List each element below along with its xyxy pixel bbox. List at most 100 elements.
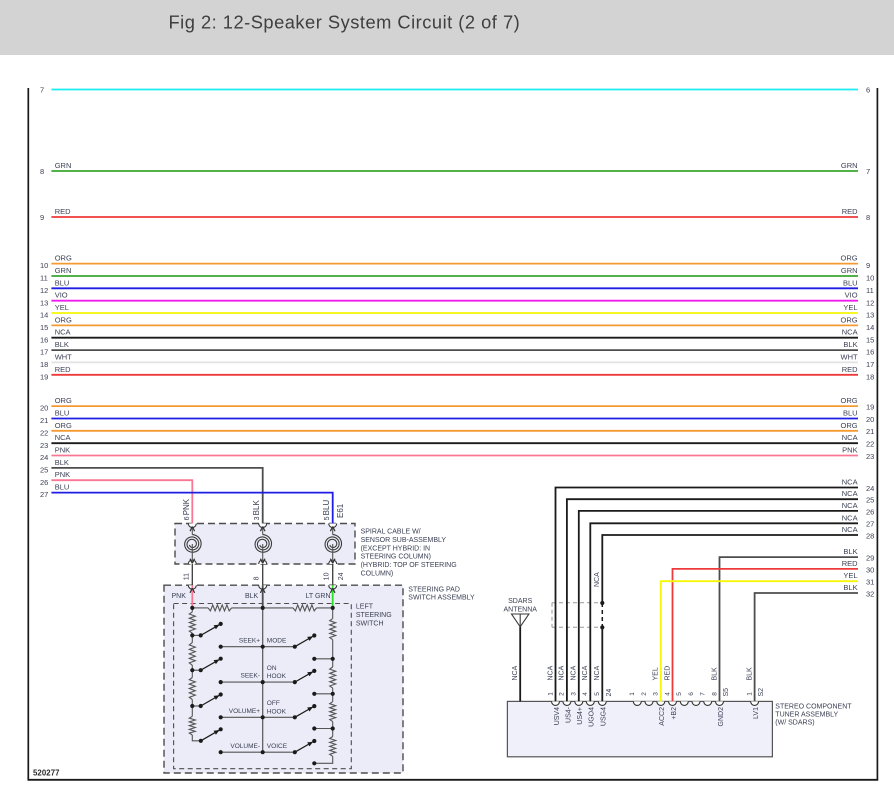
svg-text:9: 9 xyxy=(40,213,44,222)
svg-text:10: 10 xyxy=(324,572,331,580)
svg-text:SWITCH: SWITCH xyxy=(356,620,384,627)
svg-text:18: 18 xyxy=(866,372,874,381)
svg-text:NCA: NCA xyxy=(842,328,858,337)
svg-text:S5: S5 xyxy=(723,688,730,697)
svg-text:21: 21 xyxy=(866,427,874,436)
svg-text:VIO: VIO xyxy=(55,291,68,300)
svg-text:NCA: NCA xyxy=(55,433,71,442)
svg-text:ORG: ORG xyxy=(841,396,858,405)
svg-text:8: 8 xyxy=(254,576,261,580)
svg-text:18: 18 xyxy=(40,360,48,369)
svg-text:NCA: NCA xyxy=(842,433,858,442)
svg-text:STEERING PAD: STEERING PAD xyxy=(408,587,460,594)
svg-text:BLK: BLK xyxy=(746,667,753,681)
svg-text:RED: RED xyxy=(842,207,858,216)
svg-text:1: 1 xyxy=(547,692,554,696)
svg-text:23: 23 xyxy=(866,452,874,461)
svg-text:RED: RED xyxy=(842,365,858,374)
svg-text:ANTENNA: ANTENNA xyxy=(503,607,537,614)
svg-text:SENSOR SUB-ASSEMBLY: SENSOR SUB-ASSEMBLY xyxy=(361,537,447,544)
svg-text:5: 5 xyxy=(594,692,601,696)
svg-text:17: 17 xyxy=(866,360,874,369)
svg-text:PNK: PNK xyxy=(172,593,187,600)
svg-text:LT GRN: LT GRN xyxy=(306,593,331,600)
svg-text:24: 24 xyxy=(606,689,613,697)
svg-text:8: 8 xyxy=(40,167,44,176)
svg-text:21: 21 xyxy=(40,416,48,425)
svg-text:VOICE: VOICE xyxy=(267,743,288,750)
svg-text:VOLUME-: VOLUME- xyxy=(230,743,260,750)
svg-text:11: 11 xyxy=(40,274,48,283)
svg-text:25: 25 xyxy=(40,466,48,475)
svg-text:11: 11 xyxy=(866,286,874,295)
svg-text:22: 22 xyxy=(40,428,48,437)
svg-text:2: 2 xyxy=(641,692,648,696)
svg-text:3: 3 xyxy=(571,692,578,696)
svg-text:6: 6 xyxy=(866,86,870,95)
svg-text:YEL: YEL xyxy=(843,303,857,312)
svg-text:NCA: NCA xyxy=(842,513,858,522)
svg-text:15: 15 xyxy=(40,323,48,332)
svg-text:STEREO COMPONENT: STEREO COMPONENT xyxy=(775,703,852,710)
svg-text:20: 20 xyxy=(866,415,874,424)
svg-text:27: 27 xyxy=(866,520,874,529)
svg-text:GRN: GRN xyxy=(55,161,72,170)
svg-text:SEEK+: SEEK+ xyxy=(239,637,260,644)
svg-text:28: 28 xyxy=(866,531,874,540)
svg-text:27: 27 xyxy=(40,490,48,499)
svg-text:ORG: ORG xyxy=(841,254,858,263)
svg-text:SDARS: SDARS xyxy=(508,598,532,605)
svg-text:US4-: US4- xyxy=(565,706,572,723)
svg-text:NCA: NCA xyxy=(559,665,566,680)
svg-text:ORG: ORG xyxy=(55,421,72,430)
svg-text:7: 7 xyxy=(700,692,707,696)
svg-text:31: 31 xyxy=(866,578,874,587)
svg-text:5: 5 xyxy=(324,516,331,520)
svg-text:NCA: NCA xyxy=(594,665,601,680)
svg-text:ON: ON xyxy=(267,665,277,672)
svg-text:NCA: NCA xyxy=(842,501,858,510)
svg-text:PNK: PNK xyxy=(55,446,70,455)
svg-text:Fig 2: 12-Speaker System Circu: Fig 2: 12-Speaker System Circuit (2 of 7… xyxy=(169,12,521,33)
svg-text:12: 12 xyxy=(40,286,48,295)
svg-text:ORG: ORG xyxy=(55,254,72,263)
svg-text:14: 14 xyxy=(40,311,48,320)
svg-text:+B2: +B2 xyxy=(671,707,678,720)
svg-text:SPIRAL CABLE W/: SPIRAL CABLE W/ xyxy=(361,529,421,536)
svg-text:WHT: WHT xyxy=(841,352,858,361)
svg-text:RED: RED xyxy=(55,365,71,374)
svg-text:RED: RED xyxy=(842,559,858,568)
svg-text:16: 16 xyxy=(866,348,874,357)
svg-text:4: 4 xyxy=(582,692,589,696)
svg-text:1: 1 xyxy=(746,692,753,696)
svg-text:19: 19 xyxy=(40,372,48,381)
svg-text:ORG: ORG xyxy=(55,315,72,324)
svg-text:4: 4 xyxy=(664,692,671,696)
svg-text:24: 24 xyxy=(866,484,874,493)
svg-text:LV1: LV1 xyxy=(753,707,760,719)
svg-text:BLU: BLU xyxy=(843,409,858,418)
svg-text:MODE: MODE xyxy=(267,637,287,644)
svg-text:BLU: BLU xyxy=(55,278,70,287)
svg-text:OFF: OFF xyxy=(267,700,280,707)
svg-text:HOOK: HOOK xyxy=(267,673,287,680)
svg-text:17: 17 xyxy=(40,348,48,357)
svg-text:22: 22 xyxy=(866,440,874,449)
svg-text:12: 12 xyxy=(866,298,874,307)
svg-text:S2: S2 xyxy=(758,688,765,697)
svg-text:(W/ SDARS): (W/ SDARS) xyxy=(775,720,814,727)
svg-text:YEL: YEL xyxy=(55,303,69,312)
svg-text:20: 20 xyxy=(40,404,48,413)
svg-text:BLK: BLK xyxy=(252,500,261,516)
svg-text:SEEK-: SEEK- xyxy=(240,673,260,680)
svg-text:ORG: ORG xyxy=(841,315,858,324)
svg-text:BLK: BLK xyxy=(55,340,69,349)
svg-text:8: 8 xyxy=(866,213,870,222)
svg-text:UGO4: UGO4 xyxy=(589,707,596,727)
svg-text:1: 1 xyxy=(629,692,636,696)
svg-text:WHT: WHT xyxy=(55,352,72,361)
svg-text:GRN: GRN xyxy=(841,161,858,170)
svg-text:ORG: ORG xyxy=(841,421,858,430)
svg-text:7: 7 xyxy=(866,167,870,176)
svg-text:ORG: ORG xyxy=(55,396,72,405)
